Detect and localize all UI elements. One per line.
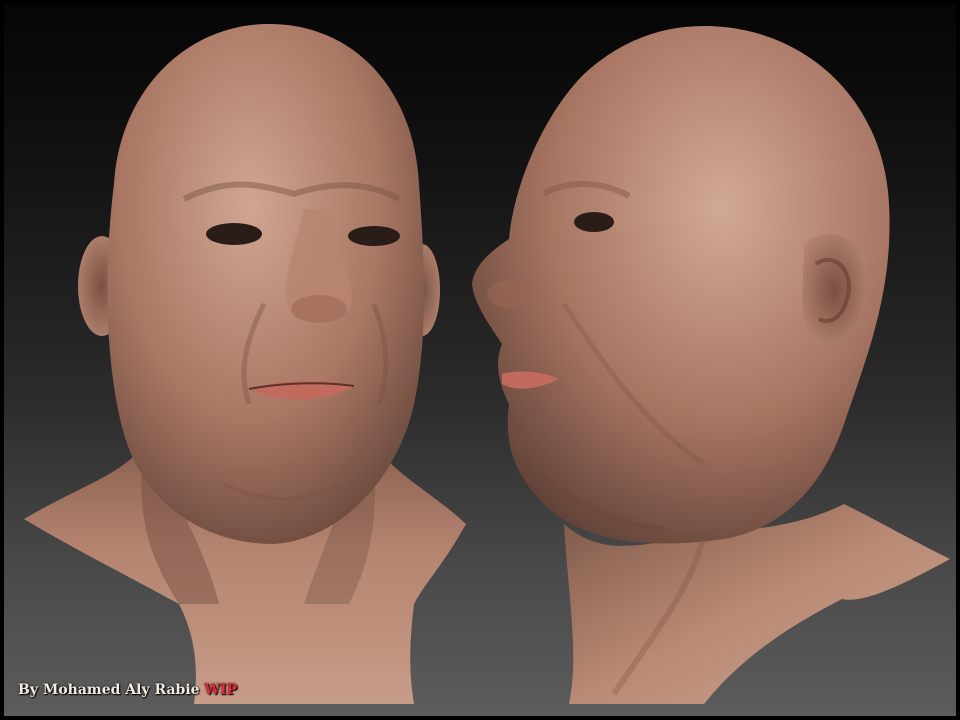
author-credit: By Mohamed Aly Rabie WIP xyxy=(18,682,237,698)
sculpt-render xyxy=(24,24,950,704)
wip-tag: WIP xyxy=(204,682,238,698)
render-frame: By Mohamed Aly Rabie WIP xyxy=(0,0,960,720)
side-view-head xyxy=(472,26,950,704)
front-view-head xyxy=(24,24,466,704)
author-credit-name: By Mohamed Aly Rabie xyxy=(18,682,200,698)
